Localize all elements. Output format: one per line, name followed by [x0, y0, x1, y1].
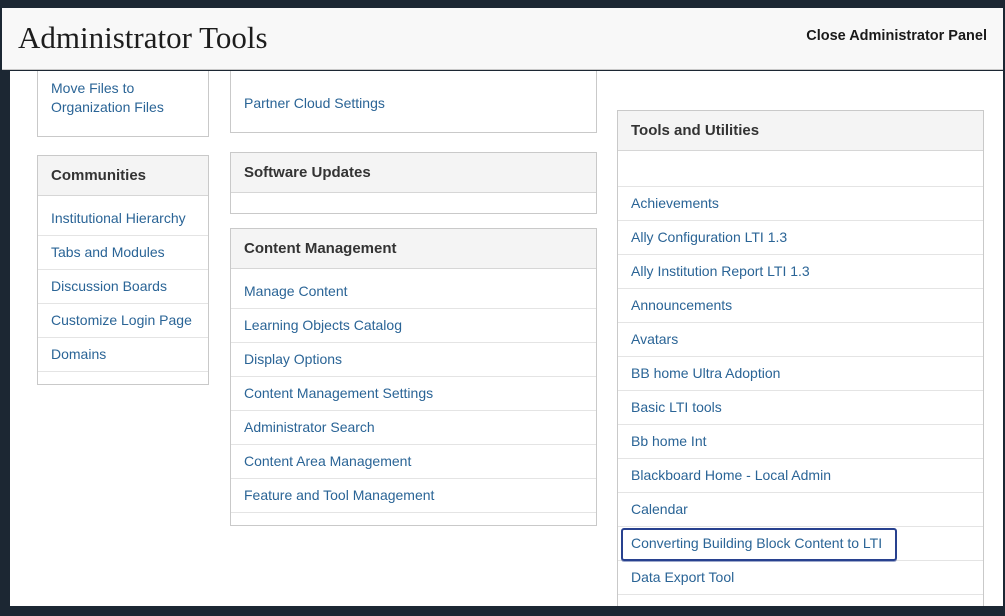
list-item: Email [618, 595, 983, 606]
link-content-management-settings[interactable]: Content Management Settings [244, 385, 433, 401]
link-discussion-boards[interactable]: Discussion Boards [51, 278, 167, 294]
list-item: Feature and Tool Management [231, 479, 596, 513]
link-email[interactable]: Email [631, 603, 666, 606]
list-item: Announcements [618, 289, 983, 323]
link-ally-institution-report-lti-1-3[interactable]: Ally Institution Report LTI 1.3 [631, 263, 810, 279]
panel-title-content-management: Content Management [231, 229, 596, 269]
link-bb-home-int[interactable]: Bb home Int [631, 433, 707, 449]
link-achievements[interactable]: Achievements [631, 195, 719, 211]
communities-list: Institutional Hierarchy Tabs and Modules D… [38, 196, 208, 384]
link-institutional-hierarchy[interactable]: Institutional Hierarchy [51, 210, 186, 226]
list-item-highlighted: Converting Building Block Content to LTI [618, 527, 983, 561]
panel-move-files-cutoff: Move Files to Organization Files [37, 71, 209, 137]
list-spacer [618, 151, 983, 187]
link-manage-content[interactable]: Manage Content [244, 283, 348, 299]
link-customize-login-page[interactable]: Customize Login Page [51, 312, 192, 328]
link-basic-lti-tools[interactable]: Basic LTI tools [631, 399, 722, 415]
list-item: Administrator Search [231, 411, 596, 445]
panel-software-updates: Software Updates [230, 152, 597, 214]
link-converting-building-block-content-to-lti[interactable]: Converting Building Block Content to LTI [631, 535, 882, 551]
move-files-list: Move Files to Organization Files [38, 71, 208, 136]
list-item: Calendar [618, 493, 983, 527]
panel-title-communities: Communities [38, 156, 208, 196]
list-item: Avatars [618, 323, 983, 357]
link-data-export-tool[interactable]: Data Export Tool [631, 569, 734, 585]
link-learning-objects-catalog[interactable]: Learning Objects Catalog [244, 317, 402, 333]
link-content-area-management[interactable]: Content Area Management [244, 453, 411, 469]
panel-title-software-updates: Software Updates [231, 153, 596, 193]
list-item: Ally Configuration LTI 1.3 [618, 221, 983, 255]
list-item: Content Area Management [231, 445, 596, 479]
link-avatars[interactable]: Avatars [631, 331, 678, 347]
list-item: Data Export Tool [618, 561, 983, 595]
list-item: Bb home Int [618, 425, 983, 459]
list-item: Achievements [618, 187, 983, 221]
link-domains[interactable]: Domains [51, 346, 106, 362]
link-blackboard-home-local-admin[interactable]: Blackboard Home - Local Admin [631, 467, 831, 483]
link-partner-cloud-settings[interactable]: Partner Cloud Settings [244, 95, 385, 111]
list-item: Tabs and Modules [38, 236, 208, 270]
list-item: Basic LTI tools [618, 391, 983, 425]
link-display-options[interactable]: Display Options [244, 351, 342, 367]
link-administrator-search[interactable]: Administrator Search [244, 419, 375, 435]
admin-panel-frame: Administrator Tools Close Administrator … [0, 0, 1005, 616]
list-item: BB home Ultra Adoption [618, 357, 983, 391]
list-item: Discussion Boards [38, 270, 208, 304]
software-updates-empty-body [231, 193, 596, 213]
link-bb-home-ultra-adoption[interactable]: BB home Ultra Adoption [631, 365, 780, 381]
link-feature-and-tool-management[interactable]: Feature and Tool Management [244, 487, 434, 503]
list-item: Domains [38, 338, 208, 372]
header: Administrator Tools Close Administrator … [2, 8, 1003, 70]
main-content: Move Files to Organization Files Communi… [10, 71, 1003, 606]
panel-title-tools-and-utilities: Tools and Utilities [618, 111, 983, 151]
list-item: Blackboard Home - Local Admin [618, 459, 983, 493]
link-announcements[interactable]: Announcements [631, 297, 732, 313]
panel-communities: Communities Institutional Hierarchy Tabs … [37, 155, 209, 385]
list-item: Learning Objects Catalog [231, 309, 596, 343]
partner-cloud-list: Partner Cloud Settings [231, 71, 596, 132]
list-item: Partner Cloud Settings [231, 87, 596, 120]
link-calendar[interactable]: Calendar [631, 501, 688, 517]
list-item: Institutional Hierarchy [38, 202, 208, 236]
list-item: Customize Login Page [38, 304, 208, 338]
list-item: Ally Institution Report LTI 1.3 [618, 255, 983, 289]
close-administrator-panel-button[interactable]: Close Administrator Panel [806, 28, 987, 44]
panel-content-management: Content Management Manage Content Learnin… [230, 228, 597, 526]
content-management-list: Manage Content Learning Objects Catalog Di… [231, 269, 596, 525]
link-move-files-to-organization-files[interactable]: Move Files to Organization Files [51, 80, 164, 115]
list-item: Display Options [231, 343, 596, 377]
list-item: Content Management Settings [231, 377, 596, 411]
link-ally-configuration-lti-1-3[interactable]: Ally Configuration LTI 1.3 [631, 229, 787, 245]
panel-tools-and-utilities: Tools and Utilities Achievements Ally Con… [617, 110, 984, 606]
panel-partner-cloud-cutoff: Partner Cloud Settings [230, 71, 597, 133]
list-item: Move Files to Organization Files [38, 72, 208, 124]
tools-and-utilities-list: Achievements Ally Configuration LTI 1.3 Al… [618, 187, 983, 606]
list-item: Manage Content [231, 275, 596, 309]
link-tabs-and-modules[interactable]: Tabs and Modules [51, 244, 165, 260]
